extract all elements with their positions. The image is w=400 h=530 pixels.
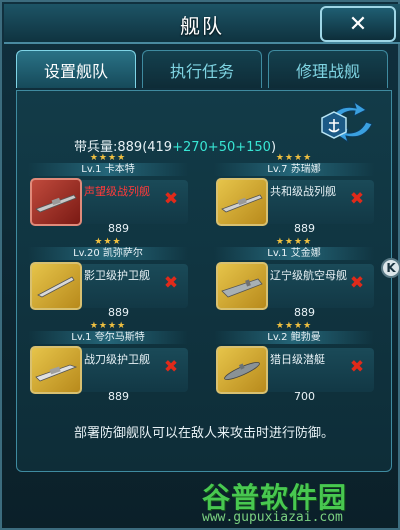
star-rating: ★★★★ — [275, 321, 313, 331]
remove-ship-button[interactable]: ✖ — [160, 272, 182, 294]
frigate-icon — [35, 364, 78, 382]
remove-ship-button[interactable]: ✖ — [346, 188, 368, 210]
side-collapse-button[interactable]: K — [381, 258, 400, 278]
star-rating: ★★★★ — [89, 321, 127, 331]
star-rating: ★★★★ — [275, 153, 313, 163]
ship-card: ★★★★ Lv.7 苏瑞娜 共和级战列舰 889 ✖ — [214, 153, 374, 235]
submarine-icon — [224, 362, 260, 380]
close-icon: ✕ — [348, 11, 368, 37]
ship-portrait[interactable] — [30, 262, 82, 310]
ship-card: ★★★★ Lv.1 夸尔马斯特 战刀级护卫舰 889 ✖ — [28, 321, 188, 403]
captain-level-name: Lv.1 艾金娜 — [214, 247, 374, 260]
ship-name: 共和级战列舰 — [270, 185, 336, 198]
tab-execute-mission[interactable]: 执行任务 — [142, 50, 262, 88]
ship-name: 猎日级潜艇 — [270, 353, 325, 366]
carrier-icon — [221, 278, 263, 298]
star-rating: ★★★★ — [89, 153, 127, 163]
ship-power: 889 — [108, 390, 129, 403]
remove-ship-button[interactable]: ✖ — [160, 188, 182, 210]
ship-name: 声望级战列舰 — [84, 185, 150, 198]
ship-power: 889 — [294, 222, 315, 235]
ship-portrait[interactable] — [216, 346, 268, 394]
ship-portrait[interactable] — [30, 346, 82, 394]
ship-power: 889 — [294, 306, 315, 319]
ship-name: 战刀级护卫舰 — [84, 353, 150, 366]
star-rating: ★★★★ — [275, 237, 313, 247]
battleship-icon — [221, 194, 263, 213]
fleet-window: 舰队 ✕ 设置舰队 执行任务 修理战舰 带兵量:889(419+270+50+1… — [0, 0, 400, 530]
ship-name: 影卫级护卫舰 — [84, 269, 150, 282]
captain-level-name: Lv.20 凯弥萨尔 — [28, 247, 188, 260]
remove-ship-button[interactable]: ✖ — [346, 356, 368, 378]
ship-card: ★★★★ Lv.1 艾金娜 辽宁级航空母舰 889 ✖ — [214, 237, 374, 319]
ship-power: 700 — [294, 390, 315, 403]
tab-repair-ships[interactable]: 修理战舰 — [268, 50, 388, 88]
ship-card: ★★★★ Lv.2 鲍勃曼 猎日级潜艇 700 ✖ — [214, 321, 374, 403]
captain-level-name: Lv.2 鲍勃曼 — [214, 331, 374, 344]
troop-bonus-3: +150 — [235, 140, 271, 155]
watermark-url: www.gupuxiazai.com — [202, 510, 343, 525]
ship-power: 889 — [108, 306, 129, 319]
tab-setup-fleet[interactable]: 设置舰队 — [16, 50, 136, 88]
frigate-icon — [37, 276, 75, 298]
captain-level-name: Lv.7 苏瑞娜 — [214, 163, 374, 176]
ship-card: ★★★ Lv.20 凯弥萨尔 影卫级护卫舰 889 ✖ — [28, 237, 188, 319]
fleet-swap-icon[interactable] — [320, 98, 382, 146]
ship-portrait[interactable] — [216, 178, 268, 226]
ship-power: 889 — [108, 222, 129, 235]
defense-hint: 部署防御舰队可以在敌人来攻击时进行防御。 — [73, 426, 334, 441]
ship-card: ★★★★ Lv.1 卡本特 声望级战列舰 889 ✖ — [28, 153, 188, 235]
troop-bonus-1: +270 — [172, 140, 208, 155]
ship-portrait[interactable] — [30, 178, 82, 226]
remove-ship-button[interactable]: ✖ — [346, 272, 368, 294]
close-button[interactable]: ✕ — [320, 6, 396, 42]
ship-portrait[interactable] — [216, 262, 268, 310]
remove-ship-button[interactable]: ✖ — [160, 356, 182, 378]
captain-level-name: Lv.1 夸尔马斯特 — [28, 331, 188, 344]
star-rating: ★★★ — [94, 237, 122, 247]
captain-level-name: Lv.1 卡本特 — [28, 163, 188, 176]
ship-name: 辽宁级航空母舰 — [270, 269, 347, 282]
tab-bar: 设置舰队 执行任务 修理战舰 — [16, 50, 392, 90]
troop-bonus-2: +50 — [207, 140, 236, 155]
battleship-icon — [35, 194, 77, 213]
